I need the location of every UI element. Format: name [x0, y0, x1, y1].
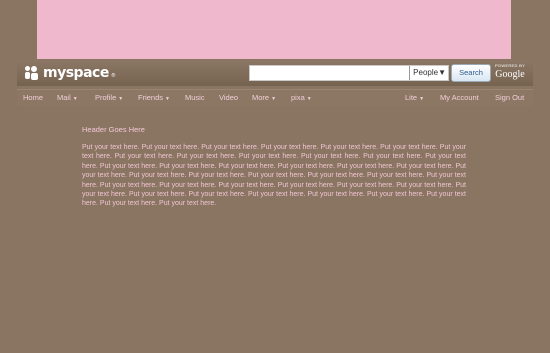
logo-trademark: ®: [110, 73, 116, 79]
nav-item-music[interactable]: Music: [185, 90, 205, 106]
nav-item-home[interactable]: Home: [23, 90, 43, 106]
nav-item-friends[interactable]: Friends ▼: [138, 90, 170, 106]
nav-item-more-label: More: [252, 93, 270, 102]
google-logo: Google: [495, 69, 525, 80]
chevron-down-icon: ▼: [419, 96, 425, 102]
nav-item-profile-label: Profile: [95, 93, 117, 102]
chevron-down-icon: ▼: [165, 96, 170, 102]
myspace-logo[interactable]: myspace ®: [25, 64, 116, 82]
nav-item-video[interactable]: Video: [219, 90, 238, 106]
chevron-down-icon: ▼: [72, 96, 78, 102]
chevron-down-icon: ▼: [271, 96, 277, 102]
nav-item-pixa-label: pixa: [291, 93, 305, 102]
nav-item-lite-label: Lite: [405, 93, 418, 102]
nav-item-sign-out[interactable]: Sign Out: [495, 90, 524, 106]
nav-item-home-label: Home: [23, 93, 44, 102]
nav-item-more[interactable]: More ▼: [252, 90, 276, 106]
nav-item-video-label: Video: [219, 93, 239, 102]
profile-content: Header Goes Here Put your text here. Put…: [82, 124, 466, 209]
main-nav: Home Mail ▼ Profile ▼ Friends ▼ Music Video…: [17, 89, 533, 106]
nav-item-mail-label: Mail: [57, 93, 71, 102]
myspace-header: myspace ® People▼ Search POWERED BY Goog…: [17, 60, 533, 86]
google-powered-by: POWERED BY Google: [493, 63, 527, 83]
search-input[interactable]: People▼: [249, 65, 449, 81]
nav-item-friends-label: Friends: [138, 93, 164, 102]
myspace-people-icon: [25, 66, 41, 80]
nav-item-my-account-label: My Account: [440, 93, 479, 102]
nav-item-music-label: Music: [185, 93, 205, 102]
chevron-down-icon: ▼: [118, 96, 124, 102]
content-header: Header Goes Here: [82, 125, 145, 134]
nav-item-sign-out-label: Sign Out: [495, 93, 525, 102]
nav-item-mail[interactable]: Mail ▼: [57, 90, 78, 106]
nav-item-profile[interactable]: Profile ▼: [95, 90, 123, 106]
search-button[interactable]: Search: [451, 64, 491, 82]
nav-item-lite[interactable]: Lite ▼: [405, 90, 424, 106]
profile-banner: [37, 0, 511, 59]
chevron-down-icon: ▼: [306, 96, 312, 102]
nav-item-pixa[interactable]: pixa ▼: [291, 90, 312, 106]
search-scope-dropdown[interactable]: People▼: [409, 66, 446, 80]
myspace-logo-text: myspace: [43, 65, 109, 81]
content-body: Put your text here. Put your text here. …: [82, 144, 466, 208]
nav-item-my-account[interactable]: My Account: [440, 90, 479, 106]
